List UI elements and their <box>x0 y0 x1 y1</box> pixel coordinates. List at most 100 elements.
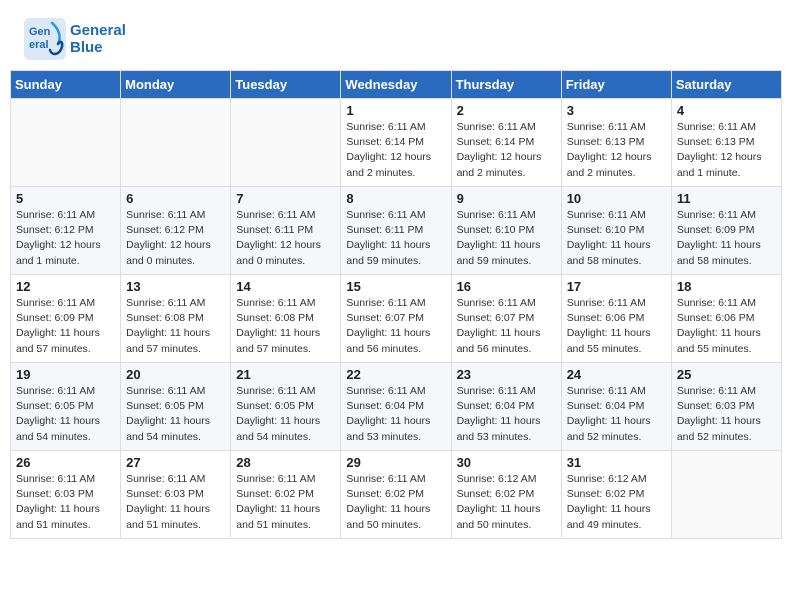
calendar-cell: 1 Sunrise: 6:11 AM Sunset: 6:14 PM Daylig… <box>341 99 451 187</box>
day-number: 25 <box>677 367 776 382</box>
day-number: 2 <box>457 103 556 118</box>
calendar-cell: 27 Sunrise: 6:11 AM Sunset: 6:03 PM Dayli… <box>121 451 231 539</box>
calendar-week-4: 19 Sunrise: 6:11 AM Sunset: 6:05 PM Dayli… <box>11 363 782 451</box>
calendar-week-2: 5 Sunrise: 6:11 AM Sunset: 6:12 PM Daylig… <box>11 187 782 275</box>
logo-blue: Blue <box>70 39 126 56</box>
day-number: 1 <box>346 103 445 118</box>
calendar-cell: 21 Sunrise: 6:11 AM Sunset: 6:05 PM Dayli… <box>231 363 341 451</box>
calendar-cell: 9 Sunrise: 6:11 AM Sunset: 6:10 PM Daylig… <box>451 187 561 275</box>
cell-content: Sunrise: 6:12 AM Sunset: 6:02 PM Dayligh… <box>457 472 556 533</box>
calendar-cell: 8Sunrise: 6:11 AM Sunset: 6:11 PM Daylig… <box>341 187 451 275</box>
svg-text:eral: eral <box>29 39 49 51</box>
cell-content: Sunrise: 6:11 AM Sunset: 6:03 PM Dayligh… <box>16 472 115 533</box>
day-number: 12 <box>16 279 115 294</box>
calendar-cell: 14Sunrise: 6:11 AM Sunset: 6:08 PM Dayli… <box>231 275 341 363</box>
cell-content: Sunrise: 6:11 AM Sunset: 6:12 PM Dayligh… <box>16 208 115 269</box>
calendar-cell: 2 Sunrise: 6:11 AM Sunset: 6:14 PM Daylig… <box>451 99 561 187</box>
cell-content: Sunrise: 6:11 AM Sunset: 6:07 PM Dayligh… <box>457 296 556 357</box>
cell-content: Sunrise: 6:11 AM Sunset: 6:14 PM Dayligh… <box>457 120 556 181</box>
cell-content: Sunrise: 6:11 AM Sunset: 6:09 PM Dayligh… <box>677 208 776 269</box>
calendar-cell: 12Sunrise: 6:11 AM Sunset: 6:09 PM Dayli… <box>11 275 121 363</box>
day-number: 31 <box>567 455 666 470</box>
calendar-cell: 18 Sunrise: 6:11 AM Sunset: 6:06 PM Dayli… <box>671 275 781 363</box>
cell-content: Sunrise: 6:11 AM Sunset: 6:13 PM Dayligh… <box>677 120 776 181</box>
svg-text:Gen: Gen <box>29 26 51 38</box>
cell-content: Sunrise: 6:11 AM Sunset: 6:03 PM Dayligh… <box>126 472 225 533</box>
weekday-header-tuesday: Tuesday <box>231 71 341 99</box>
day-number: 30 <box>457 455 556 470</box>
day-number: 7 <box>236 191 335 206</box>
calendar-cell: 31 Sunrise: 6:12 AM Sunset: 6:02 PM Dayli… <box>561 451 671 539</box>
day-number: 14 <box>236 279 335 294</box>
weekday-header-monday: Monday <box>121 71 231 99</box>
cell-content: Sunrise: 6:11 AM Sunset: 6:04 PM Dayligh… <box>567 384 666 445</box>
calendar-cell <box>231 99 341 187</box>
calendar-cell: 26Sunrise: 6:11 AM Sunset: 6:03 PM Dayli… <box>11 451 121 539</box>
weekday-header-friday: Friday <box>561 71 671 99</box>
cell-content: Sunrise: 6:11 AM Sunset: 6:13 PM Dayligh… <box>567 120 666 181</box>
calendar-cell: 4 Sunrise: 6:11 AM Sunset: 6:13 PM Daylig… <box>671 99 781 187</box>
day-number: 13 <box>126 279 225 294</box>
calendar-cell: 13 Sunrise: 6:11 AM Sunset: 6:08 PM Dayli… <box>121 275 231 363</box>
calendar-table: SundayMondayTuesdayWednesdayThursdayFrid… <box>10 70 782 539</box>
day-number: 19 <box>16 367 115 382</box>
day-number: 3 <box>567 103 666 118</box>
page-header: Gen eral General Blue <box>0 0 792 70</box>
calendar-cell: 29Sunrise: 6:11 AM Sunset: 6:02 PM Dayli… <box>341 451 451 539</box>
calendar-cell: 24 Sunrise: 6:11 AM Sunset: 6:04 PM Dayli… <box>561 363 671 451</box>
calendar-cell: 3 Sunrise: 6:11 AM Sunset: 6:13 PM Daylig… <box>561 99 671 187</box>
calendar-cell: 30 Sunrise: 6:12 AM Sunset: 6:02 PM Dayli… <box>451 451 561 539</box>
calendar-cell: 23 Sunrise: 6:11 AM Sunset: 6:04 PM Dayli… <box>451 363 561 451</box>
logo: Gen eral General Blue <box>24 18 126 60</box>
day-number: 11 <box>677 191 776 206</box>
calendar-cell: 28 Sunrise: 6:11 AM Sunset: 6:02 PM Dayli… <box>231 451 341 539</box>
calendar-cell: 17Sunrise: 6:11 AM Sunset: 6:06 PM Dayli… <box>561 275 671 363</box>
calendar-cell: 16 Sunrise: 6:11 AM Sunset: 6:07 PM Dayli… <box>451 275 561 363</box>
cell-content: Sunrise: 6:11 AM Sunset: 6:11 PM Dayligh… <box>346 208 445 269</box>
calendar-cell: 15Sunrise: 6:11 AM Sunset: 6:07 PM Dayli… <box>341 275 451 363</box>
day-number: 21 <box>236 367 335 382</box>
calendar-week-3: 12Sunrise: 6:11 AM Sunset: 6:09 PM Dayli… <box>11 275 782 363</box>
day-number: 29 <box>346 455 445 470</box>
calendar-week-1: 1 Sunrise: 6:11 AM Sunset: 6:14 PM Daylig… <box>11 99 782 187</box>
day-number: 20 <box>126 367 225 382</box>
cell-content: Sunrise: 6:11 AM Sunset: 6:08 PM Dayligh… <box>126 296 225 357</box>
calendar-cell <box>121 99 231 187</box>
logo-svg: Gen eral <box>24 18 66 60</box>
day-number: 18 <box>677 279 776 294</box>
calendar-week-5: 26Sunrise: 6:11 AM Sunset: 6:03 PM Dayli… <box>11 451 782 539</box>
calendar-cell: 7 Sunrise: 6:11 AM Sunset: 6:11 PM Daylig… <box>231 187 341 275</box>
cell-content: Sunrise: 6:11 AM Sunset: 6:04 PM Dayligh… <box>457 384 556 445</box>
cell-content: Sunrise: 6:11 AM Sunset: 6:11 PM Dayligh… <box>236 208 335 269</box>
cell-content: Sunrise: 6:11 AM Sunset: 6:06 PM Dayligh… <box>677 296 776 357</box>
cell-content: Sunrise: 6:11 AM Sunset: 6:05 PM Dayligh… <box>236 384 335 445</box>
day-number: 9 <box>457 191 556 206</box>
cell-content: Sunrise: 6:12 AM Sunset: 6:02 PM Dayligh… <box>567 472 666 533</box>
calendar-cell <box>671 451 781 539</box>
logo-general: General <box>70 22 126 39</box>
day-number: 15 <box>346 279 445 294</box>
day-number: 24 <box>567 367 666 382</box>
day-number: 16 <box>457 279 556 294</box>
calendar-cell: 11 Sunrise: 6:11 AM Sunset: 6:09 PM Dayli… <box>671 187 781 275</box>
cell-content: Sunrise: 6:11 AM Sunset: 6:12 PM Dayligh… <box>126 208 225 269</box>
cell-content: Sunrise: 6:11 AM Sunset: 6:05 PM Dayligh… <box>16 384 115 445</box>
cell-content: Sunrise: 6:11 AM Sunset: 6:02 PM Dayligh… <box>236 472 335 533</box>
calendar-cell: 6 Sunrise: 6:11 AM Sunset: 6:12 PM Daylig… <box>121 187 231 275</box>
day-number: 17 <box>567 279 666 294</box>
day-number: 4 <box>677 103 776 118</box>
day-number: 6 <box>126 191 225 206</box>
weekday-header-saturday: Saturday <box>671 71 781 99</box>
day-number: 5 <box>16 191 115 206</box>
day-number: 27 <box>126 455 225 470</box>
day-number: 28 <box>236 455 335 470</box>
weekday-header-thursday: Thursday <box>451 71 561 99</box>
cell-content: Sunrise: 6:11 AM Sunset: 6:10 PM Dayligh… <box>457 208 556 269</box>
calendar-cell: 25Sunrise: 6:11 AM Sunset: 6:03 PM Dayli… <box>671 363 781 451</box>
cell-content: Sunrise: 6:11 AM Sunset: 6:14 PM Dayligh… <box>346 120 445 181</box>
day-number: 23 <box>457 367 556 382</box>
weekday-header-wednesday: Wednesday <box>341 71 451 99</box>
calendar-cell <box>11 99 121 187</box>
cell-content: Sunrise: 6:11 AM Sunset: 6:05 PM Dayligh… <box>126 384 225 445</box>
cell-content: Sunrise: 6:11 AM Sunset: 6:10 PM Dayligh… <box>567 208 666 269</box>
